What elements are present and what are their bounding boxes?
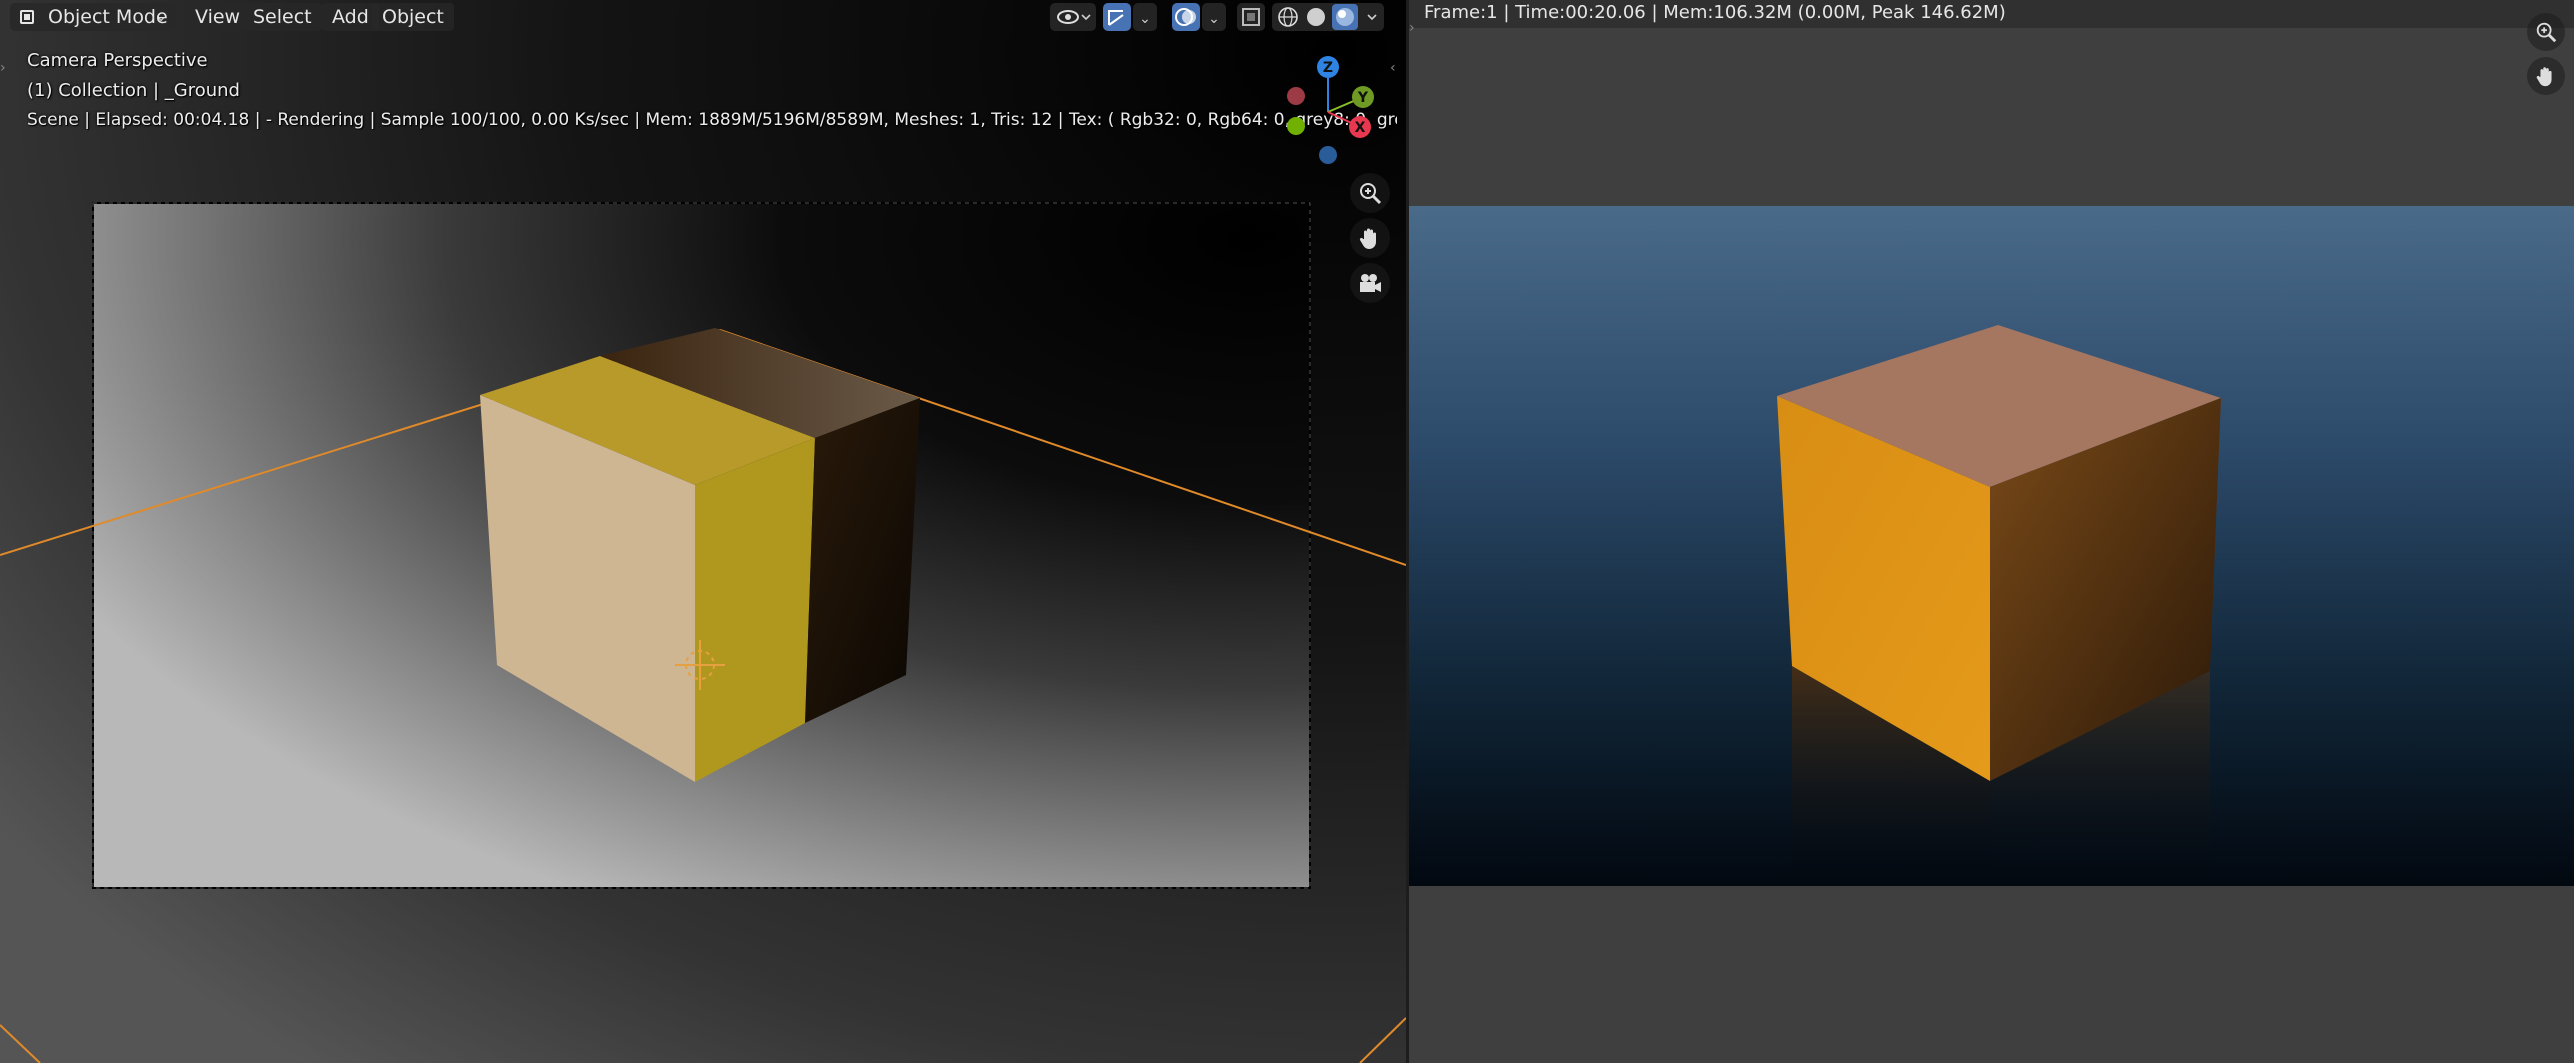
view-name: Camera Perspective	[27, 50, 208, 71]
wireframe-shading-icon[interactable]	[1278, 7, 1298, 27]
object-mode-icon	[20, 10, 34, 24]
visibility-dropdown[interactable]	[1050, 3, 1096, 31]
render-result-image[interactable]	[1409, 206, 2574, 886]
render-stats: Scene | Elapsed: 00:04.18 | - Rendering …	[27, 110, 1397, 130]
gizmo-toggle[interactable]	[1103, 3, 1131, 31]
zoom-button[interactable]	[1350, 173, 1390, 213]
chevron-down-icon: ⌄	[1208, 11, 1220, 27]
chevron-down-icon: ⌄	[155, 9, 167, 25]
camera-view-button[interactable]	[1350, 263, 1390, 303]
viewport-scene[interactable]	[0, 0, 1406, 1063]
sidebar-expand-icon[interactable]: ‹	[1390, 60, 1402, 76]
pan-button[interactable]	[1350, 218, 1390, 258]
zoom-icon	[2536, 22, 2557, 43]
mode-selector[interactable]: Object Mode ⌄	[10, 3, 175, 31]
visibility-icon	[1057, 10, 1091, 24]
viewport-header: Object Mode ⌄ View Select Add Object ⌄ ⌄	[0, 0, 1406, 36]
overlay-dropdown[interactable]: ⌄	[1202, 3, 1226, 31]
rendered-shading-icon[interactable]	[1367, 14, 1377, 21]
render-window[interactable]: Frame:1 | Time:00:20.06 | Mem:106.32M (0…	[1409, 0, 2574, 1063]
render-pan-button[interactable]	[2527, 57, 2565, 95]
mode-label: Object Mode	[48, 6, 168, 28]
xray-icon	[1242, 8, 1260, 26]
pan-icon	[2536, 67, 2552, 87]
gizmo-axis-y: Y	[1357, 90, 1369, 106]
render-toolbar-expand-icon[interactable]: ›	[1409, 20, 1417, 36]
menu-object[interactable]: Object	[372, 3, 454, 31]
gizmo-axis-z: Z	[1323, 60, 1333, 76]
gizmo-axis-x: X	[1355, 120, 1366, 136]
menu-select[interactable]: Select	[243, 3, 322, 31]
solid-shading-icon[interactable]	[1307, 8, 1325, 26]
overlay-toggle[interactable]	[1172, 3, 1200, 31]
gizmo-icon	[1108, 10, 1124, 26]
chevron-down-icon: ⌄	[1139, 11, 1151, 27]
3d-viewport[interactable]: Object Mode ⌄ View Select Add Object ⌄ ⌄…	[0, 0, 1406, 1063]
overlay-icon	[1175, 8, 1196, 26]
camera-icon	[1360, 274, 1381, 292]
render-zoom-button[interactable]	[2527, 13, 2565, 51]
navigation-gizmo[interactable]: Z Y X	[1268, 52, 1388, 172]
collection-info: (1) Collection | _Ground	[27, 80, 240, 101]
xray-toggle[interactable]	[1237, 3, 1265, 31]
zoom-icon	[1360, 183, 1382, 205]
pan-icon	[1359, 228, 1376, 249]
menu-view[interactable]: View	[185, 3, 251, 31]
gizmo-dropdown[interactable]: ⌄	[1133, 3, 1157, 31]
toolbar-expand-icon[interactable]: ›	[0, 60, 8, 76]
render-status-bar: Frame:1 | Time:00:20.06 | Mem:106.32M (0…	[1409, 0, 2574, 28]
render-status-text: Frame:1 | Time:00:20.06 | Mem:106.32M (0…	[1424, 2, 2006, 23]
material-shading-icon[interactable]	[1336, 8, 1354, 26]
menu-add[interactable]: Add	[322, 3, 379, 31]
shading-selector	[1272, 3, 1384, 31]
